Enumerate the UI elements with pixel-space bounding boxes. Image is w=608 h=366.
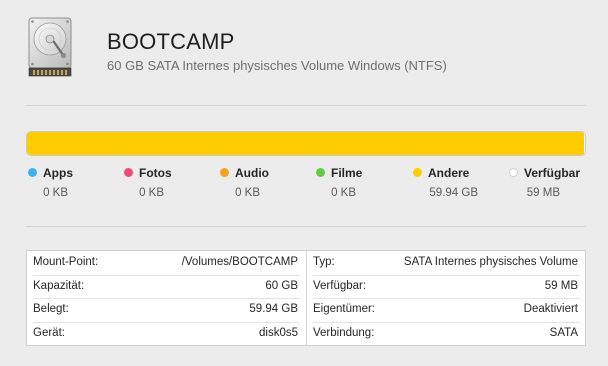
legend-color-dot — [413, 168, 422, 177]
legend-color-dot — [28, 168, 37, 177]
legend-value: 59 MB — [526, 187, 560, 199]
legend-label: Andere — [428, 166, 470, 180]
info-row: Mount-Point: /Volumes/BOOTCAMP — [27, 251, 306, 275]
info-row: Typ: SATA Internes physisches Volume — [307, 251, 586, 275]
volume-description: 60 GB SATA Internes physisches Volume Wi… — [107, 58, 447, 73]
legend-value: 0 KB — [43, 187, 68, 199]
info-key: Belegt: — [33, 303, 69, 315]
info-value: 60 GB — [265, 279, 298, 292]
legend-color-dot — [124, 168, 133, 177]
legend-value: 0 KB — [235, 187, 260, 199]
info-key: Kapazität: — [33, 279, 85, 292]
legend-value: 0 KB — [331, 187, 356, 199]
info-value: SATA — [549, 326, 578, 339]
info-row: Kapazität: 60 GB — [27, 275, 306, 299]
info-row: Verfügbar: 59 MB — [307, 275, 586, 299]
usage-segment-andere — [27, 132, 584, 155]
usage-segment-verfgbar — [584, 132, 585, 155]
info-key: Verbindung: — [313, 326, 375, 339]
info-value: 59 MB — [544, 279, 578, 292]
info-key: Typ: — [313, 256, 335, 268]
legend-color-dot — [316, 168, 325, 177]
legend-color-dot — [220, 168, 229, 177]
info-value: SATA Internes physisches Volume — [403, 256, 578, 268]
legend-value: 59.94 GB — [429, 187, 478, 199]
usage-bar — [26, 131, 586, 156]
info-value: disk0s5 — [259, 326, 298, 339]
info-column-right: Typ: SATA Internes physisches Volume Verfü… — [307, 251, 586, 345]
legend-label: Verfügbar — [524, 166, 581, 180]
legend-label: Apps — [43, 166, 73, 180]
info-row: Belegt: 59.94 GB — [27, 298, 306, 322]
volume-name: BOOTCAMP — [107, 29, 235, 54]
info-key: Verfügbar: — [313, 279, 367, 292]
info-column-left: Mount-Point: /Volumes/BOOTCAMP Kapazität: 6… — [27, 251, 307, 345]
info-row: Gerät: disk0s5 — [27, 322, 306, 346]
legend-value: 0 KB — [139, 187, 164, 199]
info-row: Eigentümer: Deaktiviert — [307, 298, 586, 322]
info-key: Mount-Point: — [33, 256, 99, 268]
info-row: Verbindung: SATA — [307, 322, 586, 346]
legend-color-dot — [509, 168, 518, 177]
legend-label: Fotos — [139, 166, 172, 180]
info-value: Deaktiviert — [523, 303, 578, 315]
info-value: /Volumes/BOOTCAMP — [181, 256, 298, 268]
disk-info-panel: BOOTCAMP 60 GB SATA Internes physisches … — [0, 0, 608, 366]
divider — [26, 226, 586, 227]
info-table: Mount-Point: /Volumes/BOOTCAMP Kapazität: 6… — [26, 250, 586, 346]
hard-disk-icon — [28, 17, 72, 77]
info-value: 59.94 GB — [249, 303, 298, 315]
info-key: Eigentümer: — [313, 303, 376, 315]
legend-label: Filme — [331, 166, 363, 180]
legend-label: Audio — [235, 166, 269, 180]
info-key: Gerät: — [33, 326, 65, 339]
divider — [26, 105, 586, 106]
